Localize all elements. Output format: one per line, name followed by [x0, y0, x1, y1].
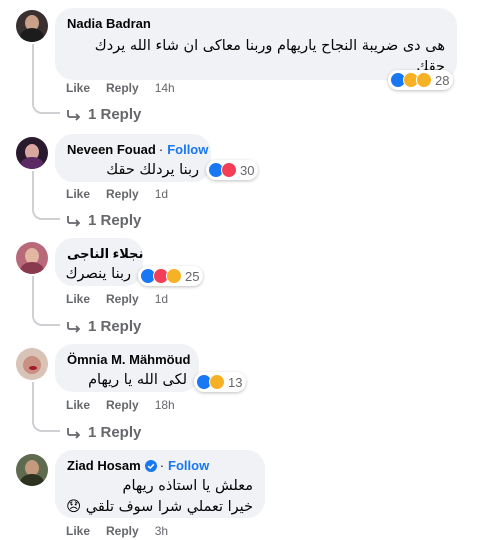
reaction-count: 30 — [240, 162, 255, 178]
reply-arrow-icon — [67, 427, 81, 439]
view-replies-link[interactable]: 1 Reply — [66, 106, 141, 123]
reply-arrow-icon — [67, 215, 81, 227]
comment-text-line: ربنا ينصرك — [65, 266, 131, 282]
comment-bubble: نجلاء الناجى ربنا ينصرك — [55, 238, 143, 286]
thread-line — [32, 44, 34, 100]
view-replies-link[interactable]: 1 Reply — [66, 318, 141, 335]
comment-timestamp[interactable]: 18h — [155, 398, 175, 412]
verified-badge-icon — [144, 460, 157, 472]
thread-elbow — [32, 204, 60, 220]
care-reaction-icon — [166, 268, 182, 284]
avatar[interactable] — [16, 137, 48, 169]
reaction-summary[interactable]: 28 — [388, 70, 454, 90]
view-replies-link[interactable]: 1 Reply — [66, 212, 141, 229]
comment-author[interactable]: Nadia Badran — [67, 16, 445, 32]
reaction-summary[interactable]: 13 — [194, 372, 247, 392]
reaction-count: 28 — [435, 72, 450, 88]
comment-author[interactable]: Ömnia M. Mähmöud — [67, 352, 191, 368]
avatar[interactable] — [16, 454, 48, 486]
reply-link[interactable]: Reply — [106, 187, 139, 201]
love-reaction-icon — [221, 162, 237, 178]
thread-line — [32, 276, 34, 312]
thread-elbow — [32, 416, 60, 432]
reply-link[interactable]: Reply — [106, 81, 139, 95]
comment-author[interactable]: نجلاء الناجى — [67, 246, 143, 262]
like-link[interactable]: Like — [66, 398, 90, 412]
like-link[interactable]: Like — [66, 524, 90, 538]
replies-count: 1 Reply — [88, 106, 142, 123]
thread-elbow — [32, 98, 60, 114]
reply-link[interactable]: Reply — [106, 398, 139, 412]
like-link[interactable]: Like — [66, 81, 90, 95]
comment-timestamp[interactable]: 3h — [155, 524, 168, 538]
thread-elbow — [32, 310, 60, 326]
care-reaction-icon — [416, 72, 432, 88]
like-link[interactable]: Like — [66, 187, 90, 201]
reaction-count: 25 — [185, 268, 200, 284]
comment-text-line: ربنا يردلك حقك — [106, 162, 199, 178]
reply-link[interactable]: Reply — [106, 292, 139, 306]
comment-actions: Like Reply 18h — [66, 398, 175, 412]
reply-link[interactable]: Reply — [106, 524, 139, 538]
reaction-summary[interactable]: 30 — [206, 160, 259, 180]
follow-button[interactable]: Follow — [168, 458, 209, 474]
replies-count: 1 Reply — [88, 424, 142, 441]
comment-actions: Like Reply 1d — [66, 187, 168, 201]
comment-bubble: Ömnia M. Mähmöud لكى الله يا ريهام — [55, 344, 199, 392]
comment-actions: Like Reply 1d — [66, 292, 168, 306]
like-link[interactable]: Like — [66, 292, 90, 306]
reaction-count: 13 — [228, 374, 243, 390]
comment-timestamp[interactable]: 14h — [155, 81, 175, 95]
comment-bubble: Ziad Hosam · Follow معلش يا استاذه ريهام… — [55, 450, 265, 518]
comment-actions: Like Reply 3h — [66, 524, 168, 538]
thread-line — [32, 171, 34, 206]
thread-line — [32, 382, 34, 418]
comment-author[interactable]: Ziad Hosam · Follow — [67, 458, 253, 474]
view-replies-link[interactable]: 1 Reply — [66, 424, 141, 441]
reaction-summary[interactable]: 25 — [138, 266, 204, 286]
comment-bubble: Neveen Fouad · Follow ربنا يردلك حقك — [55, 134, 211, 182]
comment-text-line: معلش يا استاذه ريهام — [122, 478, 253, 494]
reply-arrow-icon — [67, 321, 81, 333]
avatar[interactable] — [16, 10, 48, 42]
comment-actions: Like Reply 14h — [66, 81, 175, 95]
care-reaction-icon — [209, 374, 225, 390]
comment-timestamp[interactable]: 1d — [155, 292, 168, 306]
comment-text-line: هى دى ضريبة النجاح ياريهام وربنا معاكى ا… — [94, 38, 445, 54]
comment-timestamp[interactable]: 1d — [155, 187, 168, 201]
comment-text-line: لكى الله يا ريهام — [88, 372, 187, 388]
comment-author[interactable]: Neveen Fouad · Follow — [67, 142, 208, 158]
avatar[interactable] — [16, 348, 48, 380]
reply-arrow-icon — [67, 109, 81, 121]
replies-count: 1 Reply — [88, 212, 142, 229]
replies-count: 1 Reply — [88, 318, 142, 335]
comment-text-line: خيرا تعملي شرا سوف تلقي 😞 — [66, 499, 253, 515]
avatar[interactable] — [16, 242, 48, 274]
follow-button[interactable]: Follow — [167, 142, 208, 158]
